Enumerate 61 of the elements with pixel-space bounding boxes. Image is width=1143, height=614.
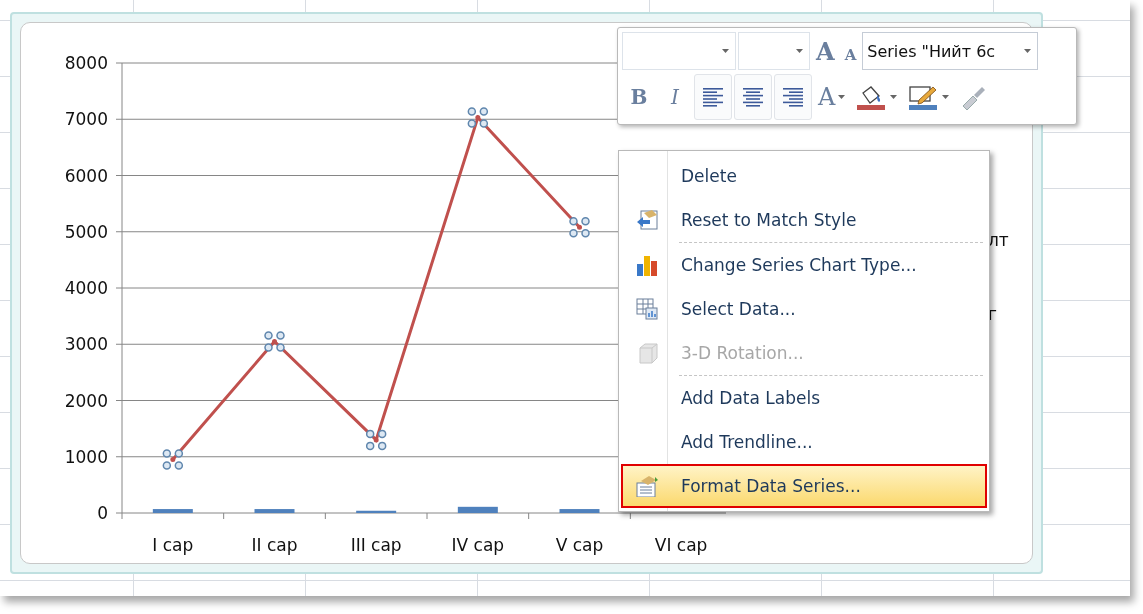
menu-item[interactable]: Delete — [621, 154, 987, 198]
reset-icon — [636, 209, 658, 231]
caret-icon — [722, 49, 729, 53]
caret-icon — [1024, 49, 1032, 53]
selection-handles[interactable] — [467, 107, 489, 128]
y-tick-label: 8000 — [64, 53, 108, 73]
bar — [152, 509, 193, 513]
y-tick-label: 7000 — [64, 109, 108, 130]
paint-bucket-icon — [855, 84, 888, 110]
align-button[interactable] — [694, 74, 732, 120]
menu-item[interactable]: Format Data Series... — [621, 464, 987, 508]
x-tick-label: I cap — [152, 535, 194, 555]
bold-button[interactable]: B — [622, 74, 656, 120]
x-tick-label: VI cap — [654, 535, 708, 555]
italic-button[interactable]: I — [658, 74, 692, 120]
menu-item[interactable]: Add Trendline... — [621, 420, 987, 464]
align-button[interactable] — [734, 74, 772, 120]
legend-text: г — [988, 304, 997, 324]
table-icon — [636, 298, 658, 320]
selection-handles[interactable] — [264, 331, 285, 352]
menu-item[interactable]: Reset to Match Style — [621, 198, 987, 242]
caret-icon — [838, 95, 846, 99]
x-tick-label: II cap — [251, 535, 298, 555]
x-tick-label: V cap — [555, 535, 604, 555]
pencil-icon — [907, 84, 940, 110]
cube-icon — [636, 342, 658, 364]
y-tick-label: 0 — [97, 503, 108, 523]
bar — [457, 506, 498, 513]
y-tick-label: 3000 — [64, 334, 108, 355]
grow-font-button[interactable]: A — [812, 32, 839, 70]
size-field[interactable] — [738, 32, 810, 70]
caret-icon — [890, 95, 898, 99]
menu-item[interactable]: Add Data Labels — [621, 376, 987, 420]
align-right-icon — [782, 87, 804, 107]
bar — [254, 509, 295, 513]
shrink-font-button[interactable]: A — [840, 32, 861, 70]
y-tick-label: 5000 — [64, 221, 108, 242]
menu-item[interactable]: Change Series Chart Type... — [621, 243, 987, 287]
bar — [356, 510, 397, 513]
y-tick-label: 1000 — [64, 446, 108, 467]
y-tick-label: 4000 — [64, 278, 108, 298]
series-field[interactable]: Series "Нийт 6с — [862, 32, 1039, 70]
selection-handles[interactable] — [365, 429, 387, 451]
font-field[interactable] — [622, 32, 736, 70]
x-tick-label: IV cap — [451, 535, 505, 555]
bar — [559, 509, 600, 513]
caret-icon — [796, 49, 803, 53]
align-center-icon — [742, 87, 764, 107]
y-tick-label: 6000 — [64, 165, 108, 186]
font-color-button[interactable]: A — [814, 74, 850, 120]
caret-icon — [942, 95, 950, 99]
align-left-icon — [702, 87, 724, 107]
menu-item[interactable]: Select Data... — [621, 287, 987, 331]
selection-handles[interactable] — [162, 449, 184, 470]
format-icon — [636, 475, 658, 497]
y-tick-label: 2000 — [64, 390, 108, 411]
x-tick-label: III cap — [350, 535, 402, 555]
legend-text: лт — [988, 230, 1009, 250]
column-chart-icon — [636, 254, 658, 276]
align-button[interactable] — [774, 74, 812, 120]
selection-handles[interactable] — [569, 217, 590, 238]
